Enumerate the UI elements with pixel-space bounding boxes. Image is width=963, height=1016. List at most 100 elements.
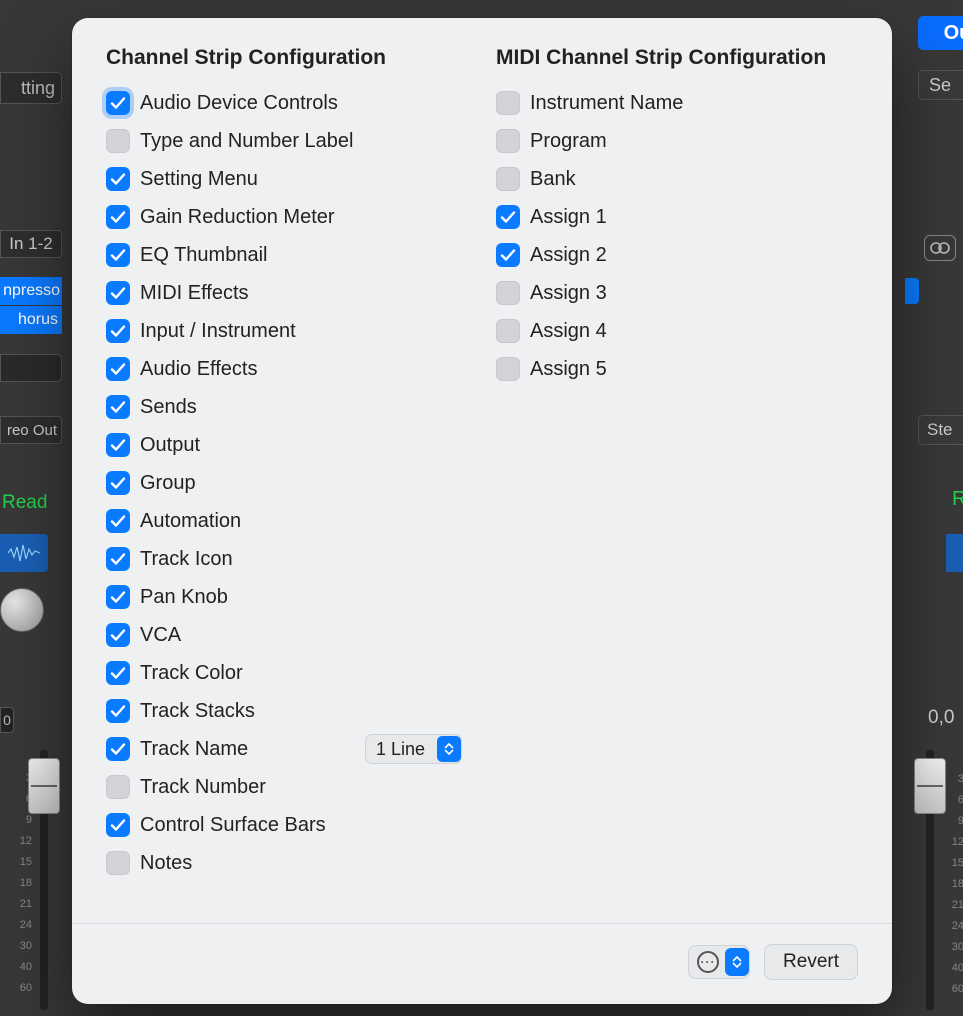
channel-strip-checkbox[interactable] <box>106 91 130 115</box>
channel-strip-label: Control Surface Bars <box>140 814 326 837</box>
left-column-title: Channel Strip Configuration <box>106 46 468 70</box>
midi-strip-checkbox[interactable] <box>496 357 520 381</box>
channel-strip-checkbox[interactable] <box>106 471 130 495</box>
midi-strip-option-row: Assign 4 <box>496 312 858 350</box>
revert-button[interactable]: Revert <box>764 944 858 980</box>
channel-strip-label: Output <box>140 434 200 457</box>
channel-strip-label: Type and Number Label <box>140 130 353 153</box>
channel-strip-option-row: Setting Menu <box>106 160 468 198</box>
left-column: Channel Strip Configuration Audio Device… <box>106 46 468 917</box>
channel-strip-option-row: Track Name1 Line <box>106 730 468 768</box>
channel-strip-option-row: Type and Number Label <box>106 122 468 160</box>
midi-strip-checkbox[interactable] <box>496 281 520 305</box>
channel-strip-option-row: Audio Effects <box>106 350 468 388</box>
midi-strip-label: Assign 5 <box>530 358 607 381</box>
channel-strip-checkbox[interactable] <box>106 319 130 343</box>
channel-strip-label: Audio Effects <box>140 358 257 381</box>
automation-mode-read[interactable]: Read <box>0 488 52 518</box>
track-icon-right <box>946 534 963 572</box>
channel-strip-option-row: Track Number <box>106 768 468 806</box>
midi-strip-option-row: Assign 5 <box>496 350 858 388</box>
channel-strip-option-row: VCA <box>106 616 468 654</box>
channel-strip-option-row: Audio Device Controls <box>106 84 468 122</box>
midi-strip-option-row: Assign 2 <box>496 236 858 274</box>
output-slot[interactable]: reo Out <box>0 416 62 444</box>
channel-strip-label: Track Stacks <box>140 700 255 723</box>
updown-arrows-icon <box>725 948 749 976</box>
midi-strip-option-row: Bank <box>496 160 858 198</box>
empty-plugin-slot[interactable] <box>0 354 62 382</box>
channel-strip-checkbox[interactable] <box>106 661 130 685</box>
setting-button-right[interactable]: Se <box>918 70 963 100</box>
midi-strip-label: Bank <box>530 168 576 191</box>
preset-popup-button[interactable]: ··· <box>688 945 750 979</box>
channel-strip-checkbox[interactable] <box>106 775 130 799</box>
channel-strip-checkbox[interactable] <box>106 547 130 571</box>
midi-strip-checkbox[interactable] <box>496 167 520 191</box>
channel-strip-config-popover: Channel Strip Configuration Audio Device… <box>72 18 892 1004</box>
fader-left[interactable]: 3691215182124304060 <box>0 750 60 1016</box>
plugin-slot-compressor[interactable]: npresso <box>0 277 62 305</box>
midi-strip-checkbox[interactable] <box>496 129 520 153</box>
midi-strip-option-row: Assign 3 <box>496 274 858 312</box>
automation-mode-right[interactable]: R <box>952 488 963 511</box>
channel-strip-label: Setting Menu <box>140 168 258 191</box>
input-selector[interactable]: In 1-2 <box>0 230 62 258</box>
channel-strip-option-row: Group <box>106 464 468 502</box>
midi-strip-option-row: Instrument Name <box>496 84 858 122</box>
channel-strip-checkbox[interactable] <box>106 623 130 647</box>
track-icon-wave <box>0 534 48 572</box>
channel-strip-label: Track Number <box>140 776 266 799</box>
channel-strip-option-row: Sends <box>106 388 468 426</box>
channel-strip-label: Gain Reduction Meter <box>140 206 335 229</box>
channel-strip-checkbox[interactable] <box>106 243 130 267</box>
midi-strip-checkbox[interactable] <box>496 91 520 115</box>
channel-strip-option-row: Track Stacks <box>106 692 468 730</box>
output-slot-right[interactable]: Ste <box>918 415 963 445</box>
plugin-slot-right[interactable] <box>905 278 919 304</box>
channel-strip-option-row: MIDI Effects <box>106 274 468 312</box>
select-value: 1 Line <box>376 739 425 760</box>
channel-strip-checkbox[interactable] <box>106 737 130 761</box>
channel-strip-checkbox[interactable] <box>106 699 130 723</box>
channel-strip-label: Audio Device Controls <box>140 92 338 115</box>
output-button[interactable]: Out <box>918 16 963 50</box>
channel-strip-checkbox[interactable] <box>106 509 130 533</box>
channel-strip-checkbox[interactable] <box>106 129 130 153</box>
channel-strip-checkbox[interactable] <box>106 395 130 419</box>
midi-strip-checkbox[interactable] <box>496 243 520 267</box>
midi-strip-label: Program <box>530 130 607 153</box>
channel-strip-option-row: Automation <box>106 502 468 540</box>
channel-strip-option-row: Gain Reduction Meter <box>106 198 468 236</box>
right-column: MIDI Channel Strip Configuration Instrum… <box>496 46 858 917</box>
channel-strip-checkbox[interactable] <box>106 281 130 305</box>
channel-strip-label: Input / Instrument <box>140 320 296 343</box>
footer: ··· Revert <box>106 940 858 980</box>
channel-strip-checkbox[interactable] <box>106 813 130 837</box>
vca-value-right: 0,0 <box>928 707 963 729</box>
stereo-link-icon[interactable] <box>924 235 956 261</box>
midi-strip-label: Assign 3 <box>530 282 607 305</box>
midi-strip-label: Instrument Name <box>530 92 683 115</box>
pan-knob[interactable] <box>0 584 54 638</box>
channel-strip-label: VCA <box>140 624 181 647</box>
channel-strip-checkbox[interactable] <box>106 433 130 457</box>
channel-strip-label: MIDI Effects <box>140 282 249 305</box>
channel-strip-checkbox[interactable] <box>106 357 130 381</box>
channel-strip-label: Notes <box>140 852 192 875</box>
channel-strip-option-row: Track Color <box>106 654 468 692</box>
channel-strip-option-row: Control Surface Bars <box>106 806 468 844</box>
channel-strip-label: Group <box>140 472 196 495</box>
midi-strip-checkbox[interactable] <box>496 205 520 229</box>
channel-strip-checkbox[interactable] <box>106 205 130 229</box>
channel-strip-label: Track Color <box>140 662 243 685</box>
track-name-lines-select[interactable]: 1 Line <box>365 734 462 764</box>
setting-button-left[interactable]: tting <box>0 72 62 104</box>
plugin-slot-chorus[interactable]: horus <box>0 306 62 334</box>
channel-strip-checkbox[interactable] <box>106 851 130 875</box>
midi-strip-option-row: Assign 1 <box>496 198 858 236</box>
channel-strip-checkbox[interactable] <box>106 167 130 191</box>
fader-right[interactable]: 3691215182124304060 <box>922 750 963 1016</box>
channel-strip-checkbox[interactable] <box>106 585 130 609</box>
midi-strip-checkbox[interactable] <box>496 319 520 343</box>
